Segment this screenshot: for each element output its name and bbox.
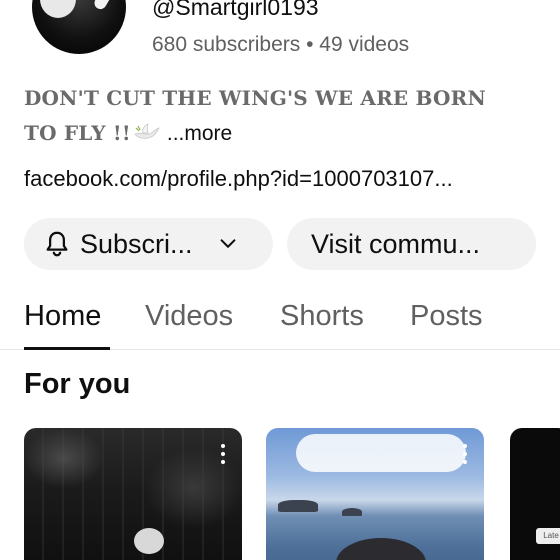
more-vert-icon[interactable]: [220, 444, 226, 464]
visit-community-button[interactable]: Visit commu...: [287, 218, 536, 270]
channel-handle: @Smartgirl0193: [152, 0, 319, 20]
visit-community-label: Visit commu...: [311, 228, 481, 259]
tab-shorts[interactable]: Shorts: [280, 300, 364, 333]
tab-posts[interactable]: Posts: [410, 300, 483, 333]
channel-avatar[interactable]: [32, 0, 126, 54]
bell-icon: [46, 231, 68, 257]
video-card[interactable]: [24, 428, 242, 560]
more-vert-icon[interactable]: [462, 444, 468, 464]
channel-stats: 680 subscribers • 49 videos: [152, 33, 410, 56]
more-link[interactable]: ...more: [167, 122, 232, 145]
subscribe-label: Subscri...: [80, 228, 193, 259]
video-card[interactable]: [266, 428, 484, 560]
tab-home[interactable]: Home: [24, 300, 101, 333]
channel-tabs: Home Videos Shorts Posts: [0, 296, 560, 350]
dove-icon: [134, 123, 160, 139]
description-text: DON'T CUT THE WING'S WE ARE BORN TO FLY …: [24, 86, 486, 145]
chevron-down-icon: [220, 239, 235, 248]
thumbnail-detail: [278, 500, 318, 512]
subscribe-button[interactable]: Subscri...: [24, 218, 273, 270]
video-card[interactable]: Late: [510, 428, 560, 560]
channel-link[interactable]: facebook.com/profile.php?id=1000703107..…: [24, 166, 453, 192]
tab-videos[interactable]: Videos: [145, 300, 233, 333]
channel-description[interactable]: DON'T CUT THE WING'S WE ARE BORN TO FLY …: [24, 82, 524, 152]
thumbnail-badge: Late: [536, 528, 560, 544]
thumbnail-detail: [342, 508, 362, 516]
section-title: For you: [24, 368, 131, 400]
active-tab-indicator: [24, 347, 110, 350]
